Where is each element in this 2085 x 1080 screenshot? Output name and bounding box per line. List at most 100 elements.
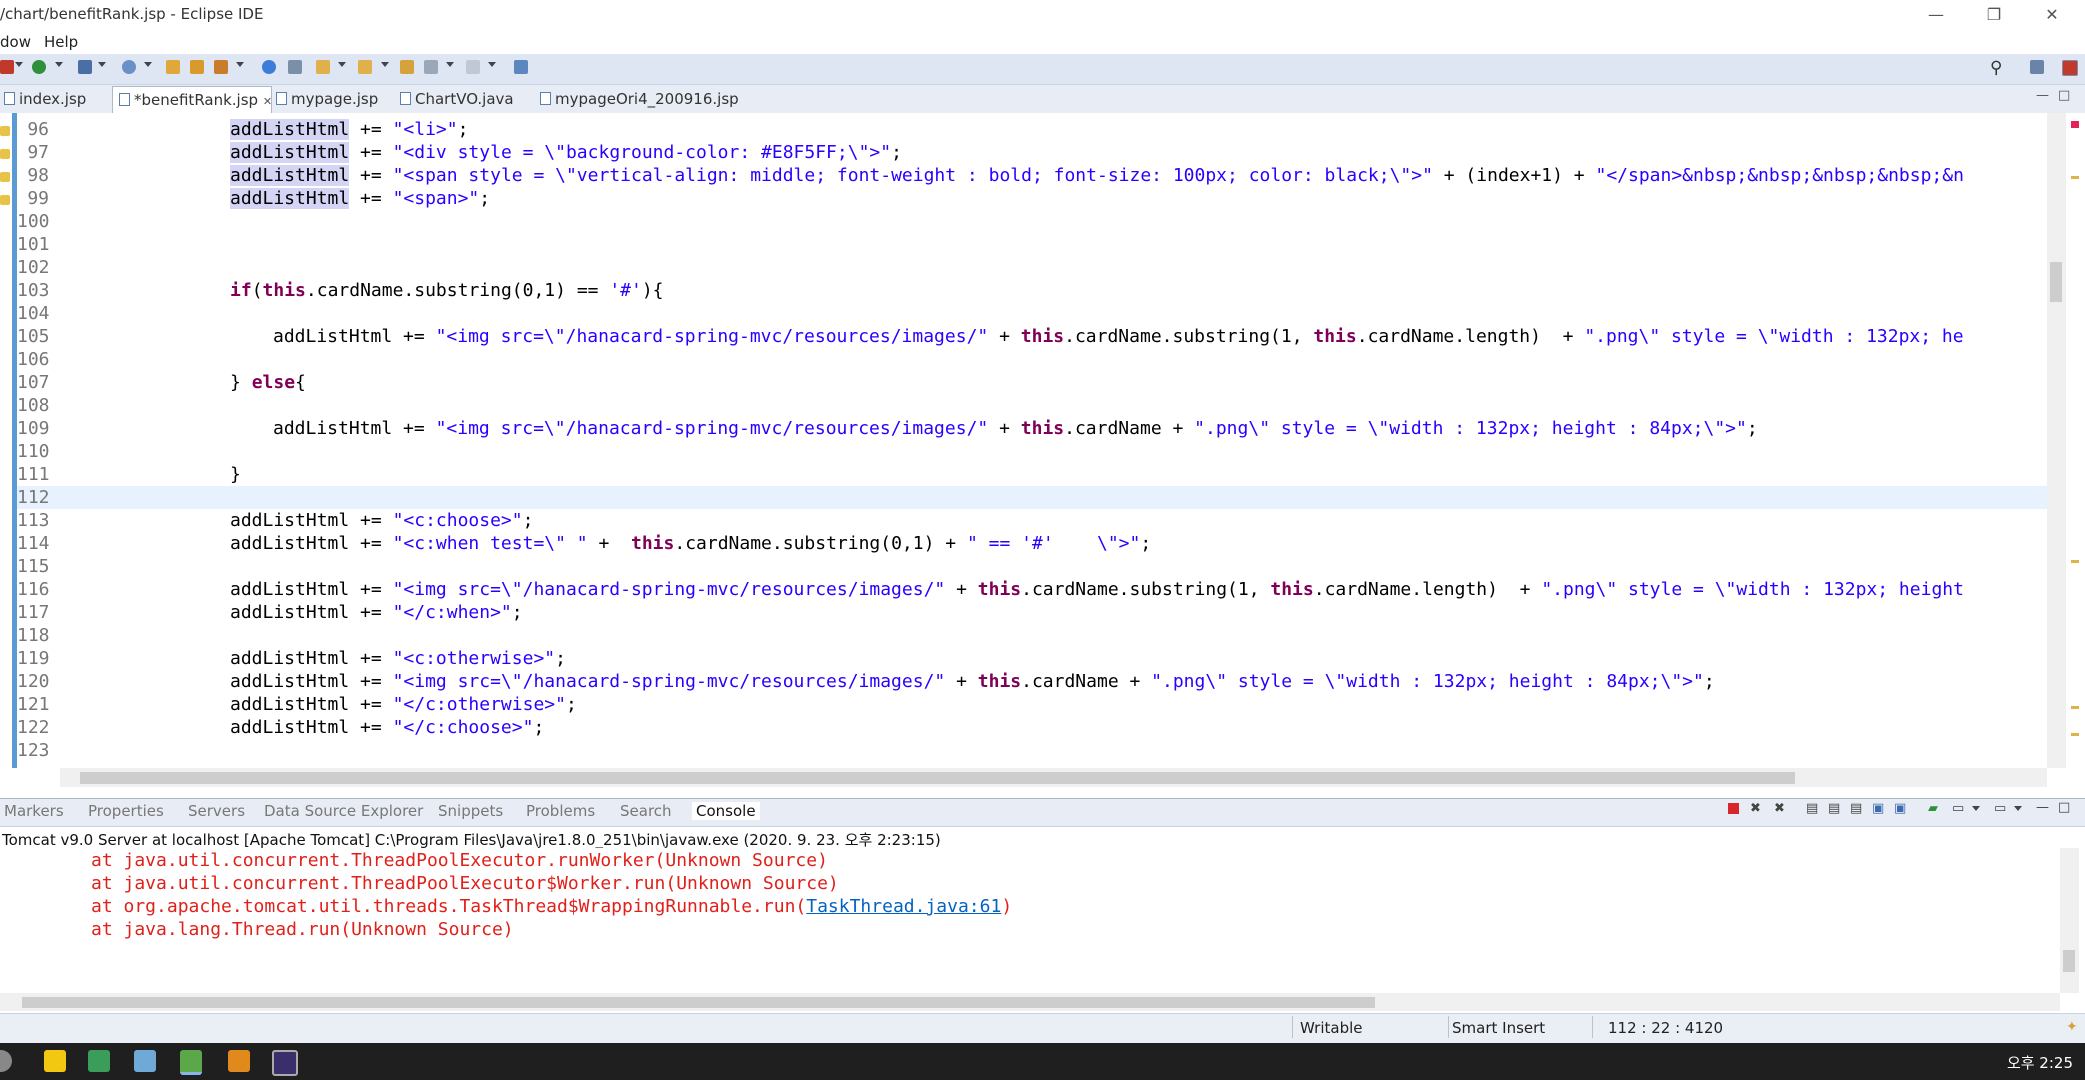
open-folder-icon[interactable] xyxy=(190,60,204,74)
build-icon[interactable] xyxy=(214,60,228,74)
status-cursor-position[interactable]: 112 : 22 : 4120 xyxy=(1608,1019,1723,1037)
remove-all-icon[interactable]: ✖ xyxy=(1774,801,1785,816)
chevron-down-icon[interactable] xyxy=(98,62,106,67)
chevron-down-icon[interactable] xyxy=(236,62,244,67)
minimize-button[interactable]: — xyxy=(1912,0,1960,30)
tab-benefitrank-jsp[interactable]: *benefitRank.jsp ✕ xyxy=(112,86,272,113)
open-perspective-icon[interactable] xyxy=(2030,60,2044,74)
code-line[interactable]: 117 addListHtml += "</c:when>"; xyxy=(17,601,2047,624)
code-line[interactable]: 102 xyxy=(17,256,2047,279)
chevron-down-icon[interactable] xyxy=(2014,806,2022,811)
warning-marker-icon[interactable] xyxy=(0,195,10,205)
next-annotation-icon[interactable] xyxy=(316,60,330,74)
minimize-editor-icon[interactable]: — xyxy=(2036,88,2049,103)
code-line[interactable]: 104 xyxy=(17,302,2047,325)
chevron-down-icon[interactable] xyxy=(488,62,496,67)
warning-marker-icon[interactable] xyxy=(0,126,10,136)
chevron-down-icon[interactable] xyxy=(381,62,389,67)
code-line[interactable]: 96 addListHtml += "<li>"; xyxy=(17,118,2047,141)
chevron-down-icon[interactable] xyxy=(446,62,454,67)
tab-markers[interactable]: Markers xyxy=(4,802,64,820)
open-console-icon[interactable]: ▭ xyxy=(1994,801,2006,816)
chevron-down-icon[interactable] xyxy=(144,62,152,67)
forward-icon[interactable] xyxy=(466,60,480,74)
overview-ruler[interactable] xyxy=(2066,113,2085,768)
chevron-down-icon[interactable] xyxy=(55,62,63,67)
new-wizard-icon[interactable] xyxy=(122,60,136,74)
run-icon[interactable] xyxy=(32,60,46,74)
tab-problems[interactable]: Problems xyxy=(526,802,595,820)
chevron-down-icon[interactable] xyxy=(338,62,346,67)
terminate-icon[interactable] xyxy=(1728,803,1739,814)
console-vertical-thumb[interactable] xyxy=(2063,950,2075,972)
sublime-text-icon[interactable] xyxy=(228,1050,250,1072)
display-console-icon[interactable]: ▭ xyxy=(1952,801,1964,816)
scroll-lock-icon[interactable]: ▤ xyxy=(1828,801,1840,816)
code-line[interactable]: 116 addListHtml += "<img src=\"/hanacard-… xyxy=(17,578,2047,601)
warning-overview-mark[interactable] xyxy=(2071,706,2079,709)
minimize-view-icon[interactable]: — xyxy=(2036,800,2049,815)
code-line[interactable]: 114 addListHtml += "<c:when test=\" " + t… xyxy=(17,532,2047,555)
remove-launch-icon[interactable]: ✖ xyxy=(1750,801,1761,816)
show-on-error-icon[interactable]: ▣ xyxy=(1894,801,1906,816)
word-wrap-icon[interactable]: ▤ xyxy=(1850,801,1862,816)
tab-data-source-explorer[interactable]: Data Source Explorer xyxy=(264,802,423,820)
pin-editor-icon[interactable] xyxy=(514,60,528,74)
show-on-output-icon[interactable]: ▣ xyxy=(1872,801,1884,816)
maximize-editor-icon[interactable]: □ xyxy=(2058,88,2070,103)
java-ee-perspective-icon[interactable] xyxy=(2062,60,2078,76)
tab-mypage-jsp[interactable]: mypage.jsp xyxy=(276,86,378,112)
tab-properties[interactable]: Properties xyxy=(88,802,164,820)
menu-window[interactable]: dow xyxy=(0,33,31,51)
code-line[interactable]: 115 xyxy=(17,555,2047,578)
app-icon[interactable] xyxy=(134,1050,156,1072)
debug-icon[interactable] xyxy=(0,60,14,74)
stacktrace-link[interactable]: TaskThread.java:61 xyxy=(806,896,1001,917)
code-line[interactable]: 98 addListHtml += "<span style = \"vertic… xyxy=(17,164,2047,187)
vertical-scroll-thumb[interactable] xyxy=(2050,262,2062,302)
tab-servers[interactable]: Servers xyxy=(188,802,245,820)
code-line[interactable]: 103 if(this.cardName.substring(0,1) == '#… xyxy=(17,279,2047,302)
maximize-button[interactable]: ❐ xyxy=(1970,0,2018,30)
code-line[interactable]: 105 addListHtml += "<img src=\"/hanacard-… xyxy=(17,325,2047,348)
code-line[interactable]: 121 addListHtml += "</c:otherwise>"; xyxy=(17,693,2047,716)
previous-annotation-icon[interactable] xyxy=(358,60,372,74)
code-line[interactable]: 110 xyxy=(17,440,2047,463)
tab-index-jsp[interactable]: index.jsp xyxy=(4,86,86,112)
code-line[interactable]: 106 xyxy=(17,348,2047,371)
code-line[interactable]: 107} else{ xyxy=(17,371,2047,394)
tab-search[interactable]: Search xyxy=(620,802,672,820)
code-line[interactable]: 111} xyxy=(17,463,2047,486)
last-edit-icon[interactable] xyxy=(400,60,414,74)
warning-overview-mark[interactable] xyxy=(2071,560,2079,563)
code-line[interactable]: 112 xyxy=(17,486,2047,509)
horizontal-scroll-thumb[interactable] xyxy=(80,772,1795,784)
warning-overview-mark[interactable] xyxy=(2071,733,2079,736)
code-line[interactable]: 120 addListHtml += "<img src=\"/hanacard-… xyxy=(17,670,2047,693)
back-icon[interactable] xyxy=(424,60,438,74)
code-line[interactable]: 108 xyxy=(17,394,2047,417)
code-line[interactable]: 123 xyxy=(17,739,2047,762)
chevron-down-icon[interactable] xyxy=(15,62,23,67)
eclipse-icon[interactable] xyxy=(272,1050,298,1076)
editor-vertical-scrollbar[interactable] xyxy=(2047,113,2066,768)
tab-console[interactable]: Console xyxy=(692,802,760,820)
code-line[interactable]: 118 xyxy=(17,624,2047,647)
close-button[interactable]: ✕ xyxy=(2028,0,2076,30)
new-server-icon[interactable] xyxy=(78,60,92,74)
warning-marker-icon[interactable] xyxy=(0,149,10,159)
code-line[interactable]: 113 addListHtml += "<c:choose>"; xyxy=(17,509,2047,532)
code-line[interactable]: 99 addListHtml += "<span>"; xyxy=(17,187,2047,210)
code-line[interactable]: 100 xyxy=(17,210,2047,233)
console-horizontal-thumb[interactable] xyxy=(22,997,1375,1008)
error-overview-icon[interactable] xyxy=(2071,121,2079,128)
clear-console-icon[interactable]: ▤ xyxy=(1806,801,1818,816)
app-icon[interactable] xyxy=(88,1050,110,1072)
open-type-icon[interactable] xyxy=(166,60,180,74)
tab-mypageori4-jsp[interactable]: mypageOri4_200916.jsp xyxy=(540,86,739,112)
tip-bulb-icon[interactable]: ✦ xyxy=(2066,1019,2078,1035)
menu-help[interactable]: Help xyxy=(44,33,78,51)
close-tab-icon[interactable]: ✕ xyxy=(263,95,272,108)
warning-overview-mark[interactable] xyxy=(2071,176,2079,179)
globe-icon[interactable] xyxy=(262,60,276,74)
